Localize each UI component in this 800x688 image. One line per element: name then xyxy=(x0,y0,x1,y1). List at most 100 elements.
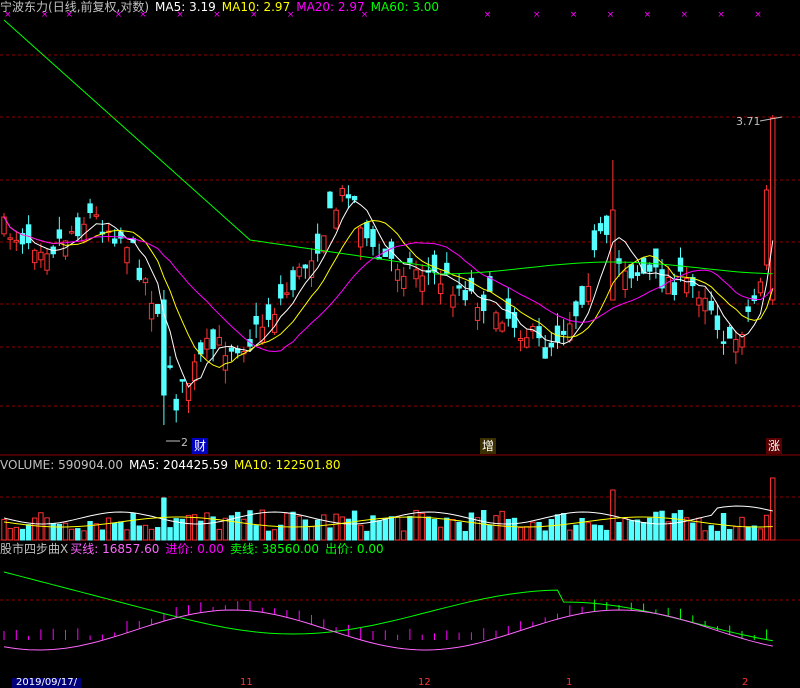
volume-bar xyxy=(481,510,487,541)
volume-ma5-value: MA5: 204425.59 xyxy=(129,458,228,472)
volume-bar xyxy=(50,522,56,541)
chart-window: × × × × × × × × × × × × × × × × × × 宁波东力(日线,前复权,对数) MA5: 3… xyxy=(0,0,800,688)
candle-body xyxy=(87,203,93,214)
price-header: 宁波东力(日线,前复权,对数) MA5: 3.19 MA10: 2.97 MA20: … xyxy=(0,0,445,14)
candle-body xyxy=(370,229,376,247)
volume-value: VOLUME: 590904.00 xyxy=(0,458,123,472)
volume-bar xyxy=(708,525,714,541)
candle-body xyxy=(733,339,739,353)
date-label: 2019/09/17/ xyxy=(12,678,82,688)
sell-line-value: 卖线: 38560.00 xyxy=(229,542,320,556)
volume-bar xyxy=(493,515,499,541)
ma60-value: MA60: 3.00 xyxy=(370,0,440,14)
candle-body xyxy=(591,230,598,251)
candle-body xyxy=(25,224,32,244)
candle-body xyxy=(32,249,38,264)
axis-tick-2: 2 xyxy=(742,677,749,688)
cross-mark-16: × xyxy=(717,10,725,20)
volume-bar xyxy=(87,521,93,541)
candle-body xyxy=(179,379,186,382)
candle-body xyxy=(302,264,309,269)
volume-header: VOLUME: 590904.00 MA5: 204425.59 MA10: 122… xyxy=(0,458,347,472)
volume-bar xyxy=(468,512,475,541)
volume-bar xyxy=(124,529,130,541)
volume-bar xyxy=(75,528,81,541)
candle-body xyxy=(585,285,591,302)
cross-mark-11: × xyxy=(533,10,541,20)
cross-mark-13: × xyxy=(607,10,615,20)
low-price-label: 2 xyxy=(181,436,188,449)
candle-body xyxy=(548,342,555,348)
volume-bar xyxy=(142,524,149,541)
volume-bar xyxy=(93,523,99,541)
volume-bar xyxy=(511,517,518,541)
marker-zeng[interactable]: 增 xyxy=(480,438,496,454)
candle-body xyxy=(481,294,487,312)
volume-bar xyxy=(32,517,38,541)
volume-bar xyxy=(253,525,259,541)
candle-body xyxy=(720,341,727,344)
volume-bar xyxy=(62,522,69,541)
volume-bar xyxy=(425,516,432,541)
marker-zhang[interactable]: 涨 xyxy=(766,438,782,454)
axis-tick-1: 1 xyxy=(566,677,573,688)
candle-body xyxy=(333,209,339,229)
buy-line-value: 买线: 16857.60 xyxy=(70,542,160,556)
candle-body xyxy=(93,214,99,217)
candle-body xyxy=(665,276,671,295)
candle-body xyxy=(68,231,75,234)
candle-body xyxy=(499,322,505,332)
volume-bar xyxy=(118,521,124,541)
chart-canvas[interactable]: × × × × × × × × × × × × × × × × × × xyxy=(0,0,800,684)
candle-body xyxy=(671,282,678,295)
volume-bar xyxy=(333,513,339,541)
volume-bar xyxy=(714,530,721,541)
marker-cai[interactable]: 财 xyxy=(192,438,208,454)
volume-bar xyxy=(431,519,438,541)
candle-body xyxy=(708,300,714,311)
volume-bar xyxy=(665,521,671,541)
volume-bar xyxy=(407,515,413,541)
volume-bar xyxy=(321,514,327,541)
volume-bar xyxy=(81,530,87,541)
volume-bar xyxy=(271,529,278,541)
candle-body xyxy=(560,330,567,335)
volume-bar xyxy=(524,526,530,541)
candle-body xyxy=(155,303,161,314)
candle-body xyxy=(394,269,401,281)
axis-tick-12: 12 xyxy=(418,677,431,688)
volume-bar xyxy=(358,524,364,541)
volume-bar xyxy=(585,522,591,541)
volume-bar xyxy=(567,529,573,541)
volume-bar xyxy=(308,526,315,541)
volume-bar xyxy=(314,519,321,541)
volume-bar xyxy=(148,528,155,541)
candle-body xyxy=(640,257,647,274)
volume-bar xyxy=(763,514,770,541)
volume-bar xyxy=(597,525,604,541)
candle-body xyxy=(763,189,770,266)
candle-body xyxy=(284,292,290,295)
volume-bar xyxy=(444,517,450,541)
volume-bar xyxy=(542,530,548,541)
volume-ma10-value: MA10: 122501.80 xyxy=(233,458,341,472)
volume-bar xyxy=(235,511,241,541)
volume-bar xyxy=(770,477,776,541)
volume-bar xyxy=(401,530,407,541)
volume-bar xyxy=(136,525,143,541)
candle-body xyxy=(554,325,561,343)
candle-body xyxy=(517,337,524,341)
candle-body xyxy=(13,239,20,243)
volume-bar xyxy=(25,524,32,541)
candle-body xyxy=(647,264,653,272)
volume-bar xyxy=(450,519,456,541)
high-price-label: 3.71 xyxy=(736,115,761,128)
candle-body xyxy=(148,302,155,320)
volume-bar xyxy=(327,527,333,541)
candle-body xyxy=(265,304,272,320)
volume-bar xyxy=(560,513,567,541)
stock-title: 宁波东力(日线,前复权,对数) xyxy=(0,0,150,14)
ma5-line xyxy=(3,200,774,388)
volume-bar xyxy=(462,531,468,541)
indicator-header: 股市四步曲X 买线: 16857.60 进价: 0.00 卖线: 38560.00 出价… xyxy=(0,542,390,556)
